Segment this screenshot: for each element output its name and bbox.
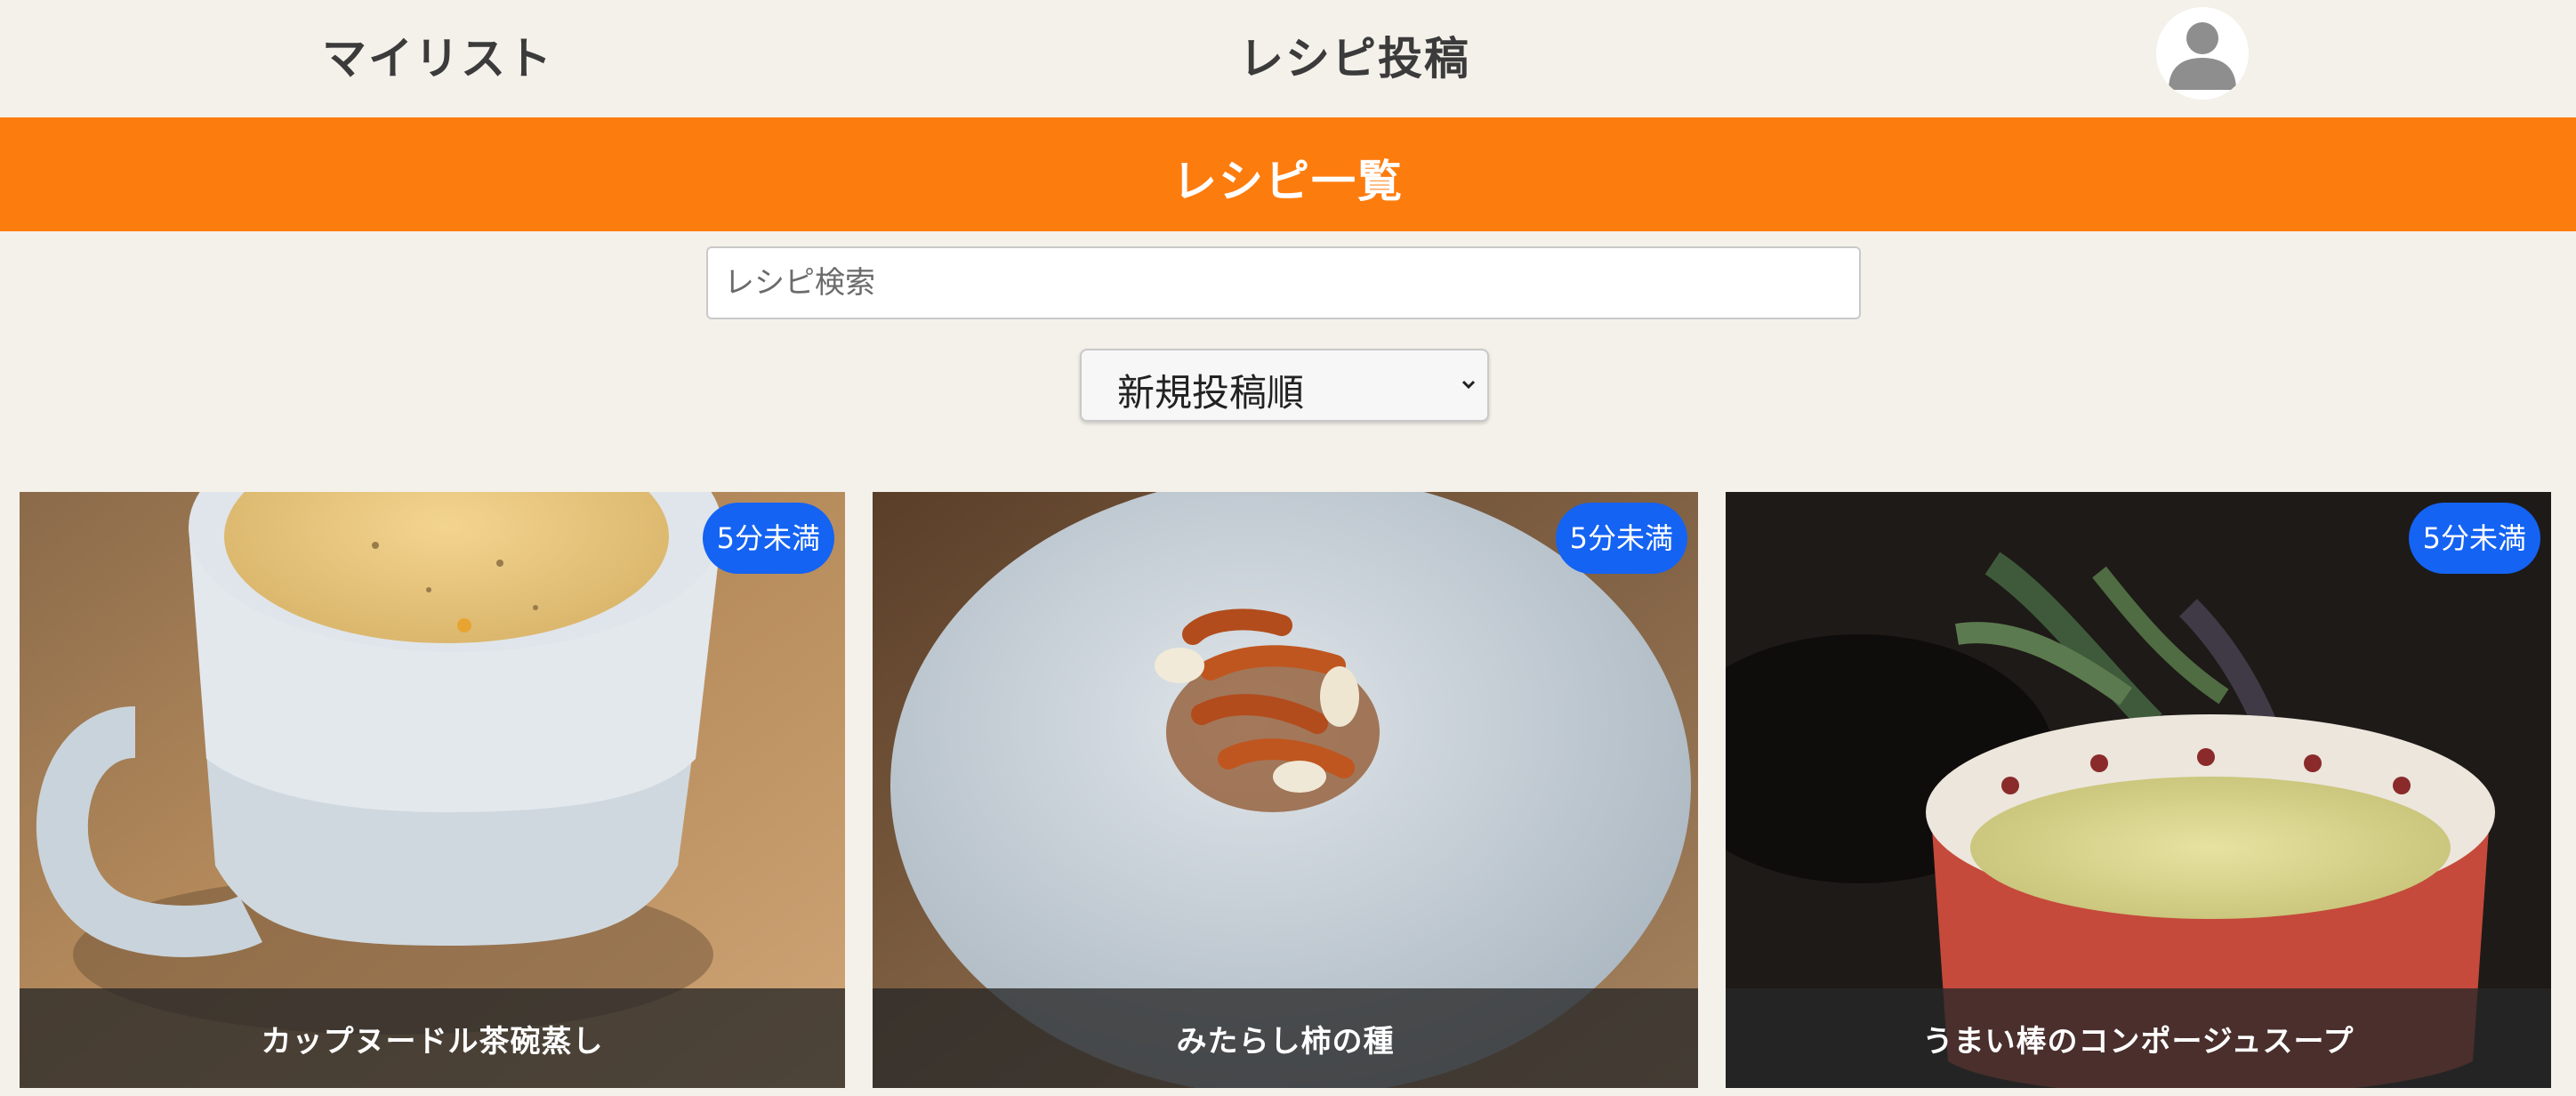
- user-avatar-icon[interactable]: [2156, 7, 2249, 100]
- sort-order-select[interactable]: 新規投稿順: [1080, 349, 1489, 422]
- recipe-caption-bar: カップヌードル茶碗蒸し: [20, 988, 845, 1088]
- page-title-banner: レシピ一覧: [0, 117, 2576, 231]
- page-title: レシピ一覧: [1172, 156, 1404, 207]
- chevron-down-icon: [1461, 380, 1476, 390]
- nav-mylist-link[interactable]: マイリスト: [322, 23, 553, 87]
- recipe-card[interactable]: 5分未満 うまい棒のコンポージュスープ: [1726, 492, 2551, 1088]
- cooking-time-badge: 5分未満: [2408, 503, 2540, 574]
- recipe-caption-bar: うまい棒のコンポージュスープ: [1726, 988, 2551, 1088]
- top-navigation: マイリスト レシピ投稿: [0, 0, 2576, 116]
- recipe-title: カップヌードル茶碗蒸し: [261, 1024, 604, 1060]
- recipe-title: みたらし柿の種: [1176, 1024, 1395, 1060]
- recipe-search-input[interactable]: [706, 246, 1861, 319]
- user-silhouette-icon: [2169, 22, 2236, 90]
- cooking-time-badge: 5分未満: [1555, 503, 1687, 574]
- recipe-caption-bar: みたらし柿の種: [873, 988, 1698, 1088]
- cooking-time-badge: 5分未満: [702, 503, 834, 574]
- recipe-card[interactable]: 5分未満 みたらし柿の種: [873, 492, 1698, 1088]
- nav-post-recipe-link[interactable]: レシピ投稿: [1239, 23, 1470, 87]
- recipe-card[interactable]: 5分未満 カップヌードル茶碗蒸し: [20, 492, 845, 1088]
- sort-selected-value: 新規投稿順: [1117, 371, 1305, 415]
- recipe-title: うまい棒のコンポージュスープ: [1922, 1024, 2355, 1060]
